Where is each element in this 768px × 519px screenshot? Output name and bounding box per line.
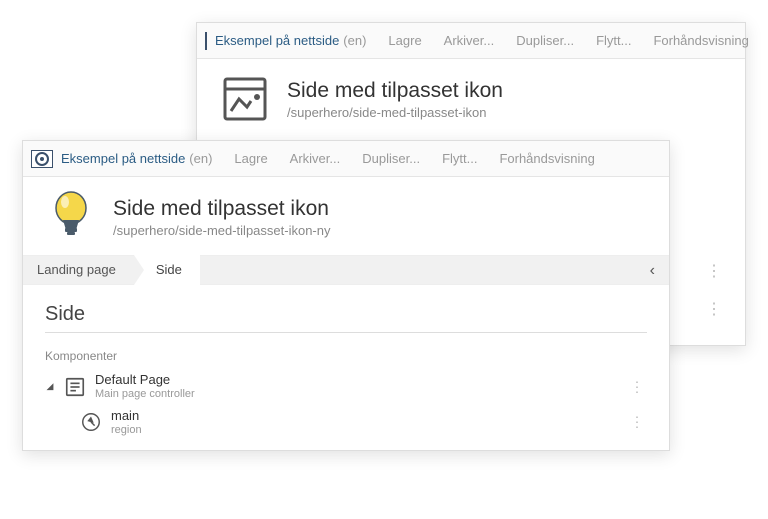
content-type-icon [219,73,271,125]
action-save[interactable]: Lagre [224,151,277,166]
content-path: /superhero/side-med-tilpasset-ikon [287,105,727,120]
content-title: Side med tilpasset ikon [113,197,651,221]
content-header: Side med tilpasset ikon /superhero/side-… [23,177,669,255]
action-move[interactable]: Flytt... [432,151,487,166]
kebab-icon[interactable]: ⋮ [706,299,721,319]
kebab-icon[interactable]: ⋮ [706,261,721,281]
wizard-step-root[interactable]: Landing page [23,255,134,285]
tree-item-sublabel: Main page controller [95,388,195,401]
tree-item-label: Default Page [95,373,195,388]
drag-handle-icon[interactable]: ⋮ [630,414,643,431]
page-icon [63,375,87,399]
action-archive[interactable]: Arkiver... [434,33,505,48]
tree-row-root[interactable]: ◢ Default Page Main page controller ⋮ [45,369,647,405]
action-archive[interactable]: Arkiver... [280,151,351,166]
tree-toggle-icon[interactable]: ◢ [45,381,55,392]
app-icon [31,150,53,168]
section-title: Side [45,303,647,333]
topbar: Eksempel på nettside (en) Lagre Arkiver.… [197,23,745,59]
site-name: Eksempel på nettside [215,33,339,48]
site-lang: (en) [189,151,212,166]
site-lang: (en) [343,33,366,48]
component-tree: ◢ Default Page Main page controller ⋮ [45,369,647,440]
chevron-left-icon: ‹ [650,262,655,279]
action-preview[interactable]: Forhåndsvisning [643,33,758,48]
action-duplicate[interactable]: Dupliser... [352,151,430,166]
content-custom-icon [45,191,97,243]
wizard-steps: Landing page Side ‹ [23,255,669,285]
content-header: Side med tilpasset ikon /superhero/side-… [197,59,745,137]
tree-row-child[interactable]: main region ⋮ [79,405,647,441]
action-duplicate[interactable]: Dupliser... [506,33,584,48]
region-icon [79,410,103,434]
drag-handle-icon[interactable]: ⋮ [630,378,643,395]
components-label: Komponenter [45,349,647,363]
app-icon [205,32,207,50]
editor-panel-foreground: Eksempel på nettside (en) Lagre Arkiver.… [22,140,670,451]
content-path: /superhero/side-med-tilpasset-ikon-ny [113,223,651,238]
topbar: Eksempel på nettside (en) Lagre Arkiver.… [23,141,669,177]
tree-item-label: main [111,409,142,424]
action-move[interactable]: Flytt... [586,33,641,48]
action-save[interactable]: Lagre [378,33,431,48]
action-preview[interactable]: Forhåndsvisning [489,151,604,166]
tree-item-sublabel: region [111,424,142,437]
collapse-button[interactable]: ‹ [644,256,661,286]
site-name: Eksempel på nettside [61,151,185,166]
content-title: Side med tilpasset ikon [287,79,727,103]
page-section: Side Komponenter ◢ Default Page Main pag… [23,285,669,450]
